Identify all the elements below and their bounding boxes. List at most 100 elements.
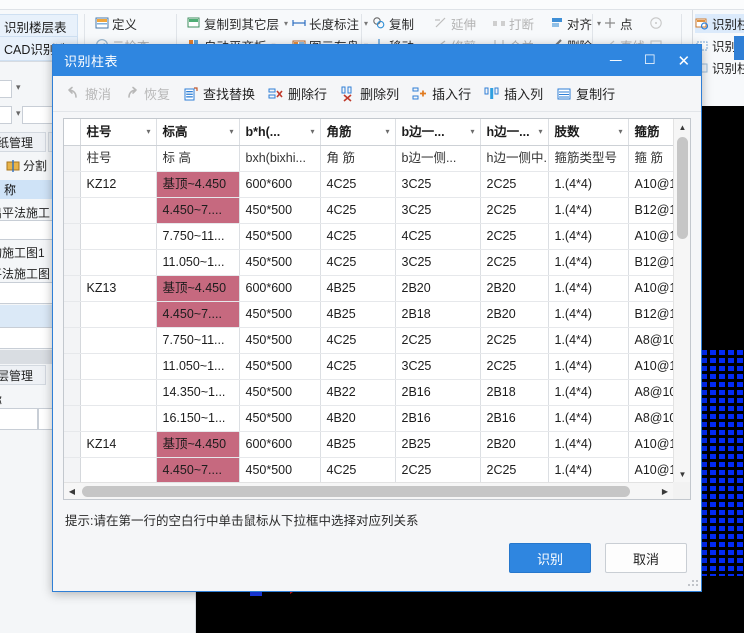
- layer-row-1-box[interactable]: [0, 408, 38, 430]
- table-cell[interactable]: 11.050~1...: [156, 353, 240, 380]
- column-header-1[interactable]: 标高 ▾: [156, 119, 240, 146]
- row-header-cell[interactable]: [64, 457, 81, 482]
- table-cell[interactable]: 1.(4*4): [548, 379, 629, 406]
- ribbon-button-copy[interactable]: 复制: [369, 12, 431, 34]
- table-cell[interactable]: 4.450~7....: [156, 301, 240, 328]
- table-cell[interactable]: 4C25: [320, 223, 396, 250]
- horizontal-scrollbar[interactable]: ◀ ▶: [64, 482, 673, 499]
- identify-button[interactable]: 识别: [509, 543, 591, 573]
- column-header-6[interactable]: 肢数 ▾: [548, 119, 629, 146]
- ribbon-button-point[interactable]: 点: [600, 12, 646, 34]
- row-header-cell[interactable]: [64, 223, 81, 250]
- delete-row-button[interactable]: 删除行: [268, 84, 327, 103]
- row-header-cell[interactable]: [64, 431, 81, 458]
- column-header-0[interactable]: 柱号 ▾: [80, 119, 157, 146]
- chevron-down-icon[interactable]: ▾: [618, 119, 622, 145]
- cell-column-number[interactable]: [80, 249, 157, 276]
- layer-column-name[interactable]: 称: [0, 392, 2, 409]
- table-cell[interactable]: 16.150~1...: [156, 405, 240, 432]
- vertical-scrollbar[interactable]: ▲ ▼: [673, 119, 690, 482]
- ribbon-button-copy-to-other-layer[interactable]: 复制到其它层 ▾: [184, 12, 291, 34]
- mapping-cell[interactable]: 柱号: [80, 145, 157, 172]
- table-cell[interactable]: 450*500: [239, 249, 321, 276]
- scroll-right-icon[interactable]: ▶: [657, 483, 673, 499]
- sheet-row-5-box[interactable]: [0, 327, 56, 349]
- column-header-3[interactable]: 角筋 ▾: [320, 119, 396, 146]
- cancel-button[interactable]: 取消: [605, 543, 687, 573]
- sheet-row-4-box[interactable]: [0, 282, 56, 304]
- close-button[interactable]: ✕: [667, 45, 701, 76]
- mapping-cell[interactable]: 角 筋: [320, 145, 396, 172]
- chevron-down-icon[interactable]: ▾: [146, 119, 150, 145]
- cell-column-number[interactable]: KZ13: [80, 275, 157, 302]
- table-cell[interactable]: 2B20: [395, 275, 481, 302]
- scroll-up-icon[interactable]: ▲: [674, 119, 690, 135]
- table-cell[interactable]: 1.(4*4): [548, 171, 629, 198]
- left-combo-1[interactable]: [0, 80, 12, 98]
- table-cell[interactable]: B12@100...: [628, 197, 673, 224]
- table-cell[interactable]: 1.(4*4): [548, 353, 629, 380]
- horizontal-scroll-thumb[interactable]: [82, 486, 630, 497]
- table-cell[interactable]: 3C25: [395, 353, 481, 380]
- table-cell[interactable]: 4.450~7....: [156, 457, 240, 482]
- chevron-down-icon[interactable]: ▾: [310, 119, 314, 145]
- table-cell[interactable]: 4B25: [320, 431, 396, 458]
- table-cell[interactable]: 4B25: [320, 301, 396, 328]
- table-cell[interactable]: 600*600: [239, 431, 321, 458]
- table-cell[interactable]: 2B20: [480, 431, 549, 458]
- sheet-row-2[interactable]: 构施工图1: [0, 244, 45, 261]
- row-header-cell[interactable]: [64, 301, 81, 328]
- sheet-splitter[interactable]: [0, 350, 56, 364]
- table-cell[interactable]: 4B20: [320, 405, 396, 432]
- cell-column-number[interactable]: [80, 301, 157, 328]
- table-cell[interactable]: B12@100...: [628, 249, 673, 276]
- resize-grip[interactable]: [688, 578, 698, 588]
- cell-column-number[interactable]: [80, 457, 157, 482]
- cell-column-number[interactable]: [80, 405, 157, 432]
- table-cell[interactable]: 11.050~1...: [156, 249, 240, 276]
- table-cell[interactable]: 2B20: [480, 275, 549, 302]
- cell-column-number[interactable]: KZ12: [80, 171, 157, 198]
- scroll-left-icon[interactable]: ◀: [64, 483, 80, 499]
- sheet-row-1[interactable]: 出平法施工: [0, 204, 50, 221]
- scroll-down-icon[interactable]: ▼: [674, 466, 690, 482]
- sheet-column-header-name[interactable]: 称: [0, 180, 56, 199]
- left-combo-2[interactable]: [0, 106, 12, 124]
- table-cell[interactable]: 基顶~4.450: [156, 431, 240, 458]
- table-cell[interactable]: 600*600: [239, 275, 321, 302]
- table-cell[interactable]: 1.(4*4): [548, 275, 629, 302]
- mapping-cell[interactable]: 标 高: [156, 145, 240, 172]
- row-header-cell[interactable]: [64, 405, 81, 432]
- delete-column-button[interactable]: 删除列: [340, 84, 399, 103]
- table-cell[interactable]: 450*500: [239, 457, 321, 482]
- table-cell[interactable]: 4B25: [320, 275, 396, 302]
- table-cell[interactable]: 1.(4*4): [548, 223, 629, 250]
- table-cell[interactable]: 2C25: [480, 197, 549, 224]
- table-cell[interactable]: 7.750~11...: [156, 327, 240, 354]
- table-cell[interactable]: 2C25: [480, 457, 549, 482]
- cell-column-number[interactable]: [80, 379, 157, 406]
- cell-column-number[interactable]: [80, 327, 157, 354]
- insert-column-button[interactable]: 插入列: [484, 84, 543, 103]
- ribbon-button-extend[interactable]: 延伸: [431, 12, 489, 34]
- table-cell[interactable]: 14.350~1...: [156, 379, 240, 406]
- table-cell[interactable]: 4C25: [320, 327, 396, 354]
- cell-column-number[interactable]: [80, 197, 157, 224]
- table-cell[interactable]: 4C25: [320, 197, 396, 224]
- table-cell[interactable]: 2C25: [480, 171, 549, 198]
- column-table-grid[interactable]: 柱号 ▾ 标高 ▾ b*h(... ▾ 角筋 ▾ b边一... ▾ h边一... ▾ 肢数 ▾…: [63, 118, 691, 500]
- table-cell[interactable]: 450*500: [239, 353, 321, 380]
- table-cell[interactable]: 450*500: [239, 379, 321, 406]
- table-cell[interactable]: A10@100...: [628, 431, 673, 458]
- find-replace-button[interactable]: 查找替换: [183, 84, 255, 103]
- table-cell[interactable]: 4.450~7....: [156, 197, 240, 224]
- table-cell[interactable]: A10@100...: [628, 275, 673, 302]
- left-field-1[interactable]: [22, 106, 56, 124]
- mapping-cell[interactable]: h边一侧中...: [480, 145, 549, 172]
- insert-row-button[interactable]: 插入行: [412, 84, 471, 103]
- sheet-row-2-box[interactable]: [0, 220, 56, 240]
- minimize-button[interactable]: —: [599, 45, 633, 76]
- table-cell[interactable]: A8@100/...: [628, 405, 673, 432]
- table-cell[interactable]: 4C25: [320, 171, 396, 198]
- undo-button[interactable]: 撤消: [65, 84, 111, 103]
